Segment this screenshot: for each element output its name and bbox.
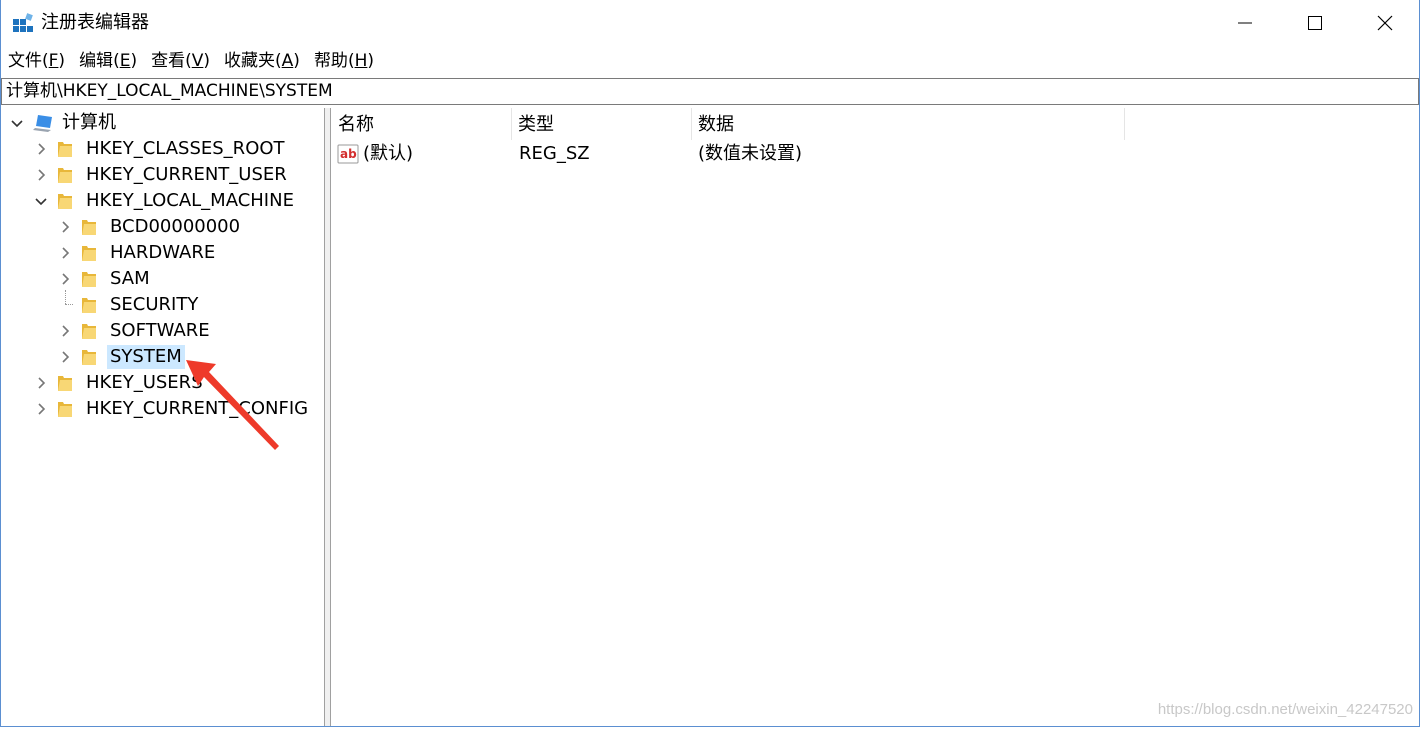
tree-root-computer[interactable]: 计算机 [9,110,119,136]
folder-icon [58,142,72,157]
tree-item-security[interactable]: SECURITY [57,292,201,318]
value-data: (数值未设置) [698,143,803,164]
column-header-data[interactable]: 数据 [692,108,1125,140]
tree-expander[interactable] [33,167,49,183]
minimize-button[interactable] [1210,0,1280,46]
folder-icon [58,402,72,417]
chevron-right-icon [62,221,70,233]
tree-item-label: HARDWARE [110,242,216,263]
annotation-arrow [186,360,279,450]
tree-expander[interactable] [57,323,73,339]
tree-connector [65,290,66,304]
tree-item-label: SOFTWARE [110,320,210,341]
tree-expander[interactable] [33,375,49,391]
close-button[interactable] [1350,0,1420,46]
chevron-right-icon [38,377,46,389]
tree-expander[interactable] [33,193,49,209]
tree-item-bcd00000000[interactable]: BCD00000000 [57,214,243,240]
menu-item-3[interactable]: 收藏夹(A) [224,50,300,72]
menu-item-4[interactable]: 帮助(H) [314,50,374,72]
menu-item-label: 查看 [151,51,186,71]
maximize-button[interactable] [1280,0,1350,46]
tree-expander[interactable] [57,271,73,287]
value-name: (默认) [363,143,414,164]
menu-item-label: 文件 [8,51,42,71]
menu-accelerator: F [48,51,59,71]
menu-item-0[interactable]: 文件(F) [8,50,65,72]
tree-expander[interactable] [9,115,25,131]
tree-item-hkey-current-user[interactable]: HKEY_CURRENT_USER [33,162,290,188]
address-bar[interactable]: 计算机\HKEY_LOCAL_MACHINE\SYSTEM [1,78,1419,105]
menu-item-1[interactable]: 编辑(E) [79,50,137,72]
chevron-right-icon [62,247,70,259]
tree-connector [65,304,73,305]
string-value-icon: ab [337,144,359,164]
menu-item-2[interactable]: 查看(V) [151,50,210,72]
registry-editor-window: 注册表编辑器 文件(F) 编辑(E) 查看(V) 收藏夹(A) 帮助(H) 计算机\HK… [0,0,1420,727]
watermark: https://blog.csdn.net/weixin_42247520 [1157,701,1413,718]
chevron-right-icon [38,403,46,415]
folder-icon [82,220,96,235]
window-title: 注册表编辑器 [41,12,149,33]
menu-accelerator: H [354,51,368,71]
chevron-right-icon [38,169,46,181]
tree-expander[interactable] [57,219,73,235]
folder-icon [82,272,96,287]
pane-splitter[interactable] [325,108,331,726]
tree-expander[interactable] [57,245,73,261]
list-row[interactable]: ab (默认) REG_SZ (数值未设置) [332,140,1419,168]
svg-text:ab: ab [340,147,357,161]
menu-accelerator: A [281,51,294,71]
menu-item-label: 帮助 [313,51,348,71]
chevron-down-icon [11,120,23,128]
folder-icon [58,194,72,209]
menu-accelerator: V [191,51,204,71]
list-header: 名称 类型 数据 [332,108,1419,140]
computer-icon [33,115,52,132]
column-header-name[interactable]: 名称 [332,108,512,140]
folder-icon [82,298,96,313]
folder-icon [82,350,96,365]
folder-icon [58,168,72,183]
tree-expander[interactable] [33,141,49,157]
tree-item-label: BCD00000000 [110,216,241,237]
tree-item-hkey-local-machine[interactable]: HKEY_LOCAL_MACHINE [33,188,297,214]
menu-item-label: 编辑 [79,51,114,71]
tree-item-label: HKEY_LOCAL_MACHINE [86,190,294,211]
folder-icon [82,246,96,261]
close-icon [1377,15,1393,31]
value-type: REG_SZ [519,143,590,164]
column-header-type[interactable]: 类型 [512,108,692,140]
folder-icon [82,324,96,339]
tree-item-label: SAM [110,268,150,289]
folder-icon [58,376,72,391]
tree-expander[interactable] [33,401,49,417]
chevron-right-icon [62,351,70,363]
tree-item-hkey-classes-root[interactable]: HKEY_CLASSES_ROOT [33,136,288,162]
tree-item-system[interactable]: SYSTEM [57,344,185,370]
tree-item-label: SECURITY [110,294,199,315]
tree-item-hardware[interactable]: HARDWARE [57,240,218,266]
chevron-right-icon [38,143,46,155]
chevron-right-icon [62,325,70,337]
chevron-down-icon [35,198,47,206]
registry-editor-icon [13,13,33,32]
tree-item-sam[interactable]: SAM [57,266,153,292]
tree-item-label: HKEY_CLASSES_ROOT [86,138,285,159]
menu-accelerator: E [119,51,131,71]
values-list[interactable]: 名称 类型 数据 ab (默认) REG_SZ (数值未设置) [332,108,1419,726]
tree-item-label: 计算机 [62,112,116,133]
tree-item-software[interactable]: SOFTWARE [57,318,213,344]
menu-item-label: 收藏夹 [224,51,276,71]
maximize-icon [1308,16,1322,30]
tree-item-label: HKEY_CURRENT_USER [86,164,287,185]
menu-bar: 文件(F) 编辑(E) 查看(V) 收藏夹(A) 帮助(H) [1,46,1419,76]
title-bar[interactable]: 注册表编辑器 [1,0,1419,46]
minimize-icon [1238,22,1252,24]
chevron-right-icon [62,273,70,285]
tree-expander[interactable] [57,349,73,365]
